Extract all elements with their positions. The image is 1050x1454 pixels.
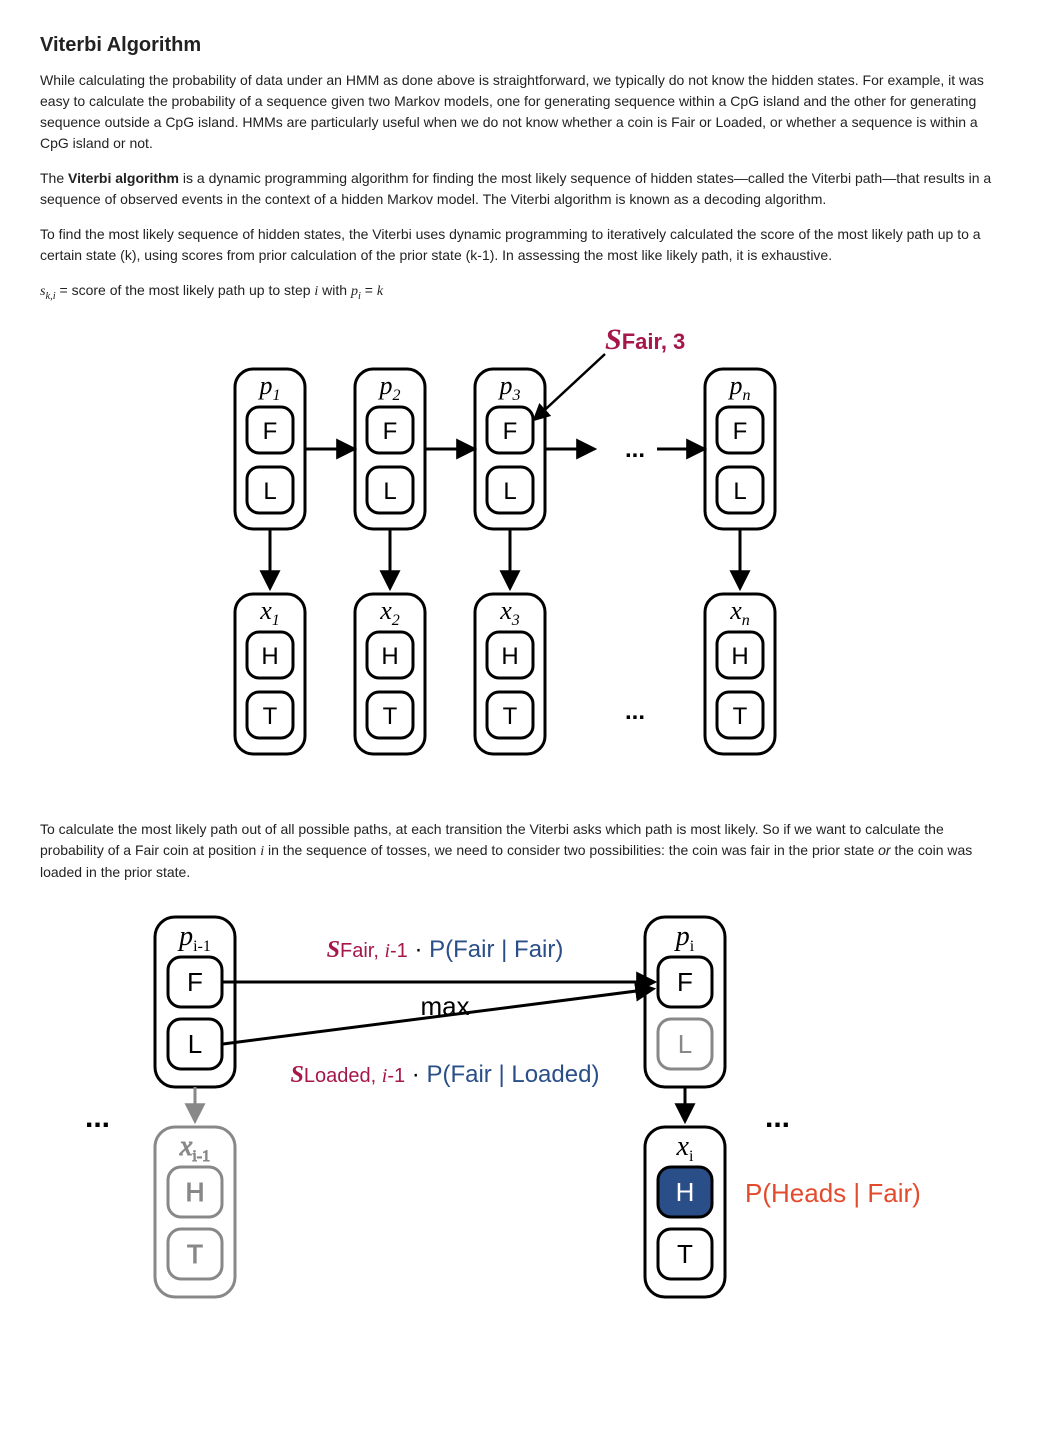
svg-text:xi: xi: [676, 1131, 694, 1165]
label-sloaded-trans: SLoaded, i-1 · P(Fair | Loaded): [291, 1061, 600, 1088]
svg-text:F: F: [383, 418, 398, 445]
viterbi-transition-diagram: ... pi-1 F L xi-1 H T pi F L xi H T: [55, 897, 995, 1317]
svg-text:T: T: [503, 703, 518, 730]
svg-text:T: T: [263, 703, 278, 730]
paragraph-3: To find the most likely sequence of hidd…: [40, 224, 1010, 266]
svg-text:T: T: [677, 1239, 693, 1269]
state-node-pi: pi F L: [645, 917, 725, 1087]
svg-text:xn: xn: [729, 596, 750, 629]
ellipsis: ...: [625, 698, 645, 725]
svg-text:F: F: [263, 418, 278, 445]
svg-text:F: F: [503, 418, 518, 445]
obs-node-xi: xi H T: [645, 1127, 725, 1297]
score-definition: sk,i = score of the most likely path up …: [40, 280, 1010, 305]
label-max: max: [420, 991, 469, 1021]
label-emission: P(Heads | Fair): [745, 1178, 921, 1208]
svg-text:p2: p2: [378, 371, 401, 404]
state-node-pn: pn F L: [705, 369, 775, 529]
obs-node-xi-1: xi-1 H T: [155, 1127, 235, 1297]
svg-text:pi-1: pi-1: [177, 921, 211, 955]
svg-text:H: H: [381, 643, 398, 670]
svg-text:x2: x2: [379, 596, 400, 629]
svg-text:xi-1: xi-1: [179, 1131, 210, 1165]
svg-text:L: L: [188, 1029, 202, 1059]
svg-text:pn: pn: [728, 371, 751, 404]
svg-text:p3: p3: [498, 371, 521, 404]
obs-node-xn: xn H T: [705, 594, 775, 754]
paragraph-2: The Viterbi algorithm is a dynamic progr…: [40, 168, 1010, 210]
svg-text:L: L: [503, 478, 516, 505]
viterbi-chain-diagram: SFair, 3 p1 F L p2 F L p3 F L pn F L: [165, 319, 885, 799]
svg-text:H: H: [676, 1177, 695, 1207]
svg-text:L: L: [383, 478, 396, 505]
paragraph-4: To calculate the most likely path out of…: [40, 819, 1010, 883]
state-node-pi-1: pi-1 F L: [155, 917, 235, 1087]
ellipsis-right: ...: [765, 1101, 790, 1134]
paragraph-1: While calculating the probability of dat…: [40, 70, 1010, 154]
state-node-p3: p3 F L: [475, 369, 545, 529]
svg-text:F: F: [677, 967, 693, 997]
label-sfair-trans: SFair, i-1 · P(Fair | Fair): [327, 936, 564, 963]
annotation-sfair3: SFair, 3: [605, 323, 685, 356]
obs-node-x1: x1 H T: [235, 594, 305, 754]
obs-node-x2: x2 H T: [355, 594, 425, 754]
obs-node-x3: x3 H T: [475, 594, 545, 754]
svg-text:H: H: [261, 643, 278, 670]
svg-text:L: L: [733, 478, 746, 505]
text: = score of the most likely path up to st…: [56, 282, 315, 298]
section-title: Viterbi Algorithm: [40, 30, 1010, 60]
svg-text:F: F: [187, 967, 203, 997]
bold-term: Viterbi algorithm: [68, 170, 179, 186]
italic-or: or: [878, 842, 890, 858]
text: The: [40, 170, 68, 186]
svg-text:L: L: [678, 1029, 692, 1059]
svg-text:x3: x3: [499, 596, 520, 629]
svg-text:p1: p1: [258, 371, 281, 404]
state-node-p1: p1 F L: [235, 369, 305, 529]
svg-text:pi: pi: [674, 921, 695, 955]
state-node-p2: p2 F L: [355, 369, 425, 529]
text: in the sequence of tosses, we need to co…: [264, 842, 878, 858]
svg-text:L: L: [263, 478, 276, 505]
svg-text:T: T: [383, 703, 398, 730]
text: with: [318, 282, 351, 298]
text: is a dynamic programming algorithm for f…: [40, 170, 991, 207]
svg-text:T: T: [187, 1239, 203, 1269]
svg-text:x1: x1: [259, 596, 280, 629]
svg-text:H: H: [186, 1177, 205, 1207]
svg-text:H: H: [501, 643, 518, 670]
svg-text:T: T: [733, 703, 748, 730]
svg-text:F: F: [733, 418, 748, 445]
ellipsis-left: ...: [85, 1101, 110, 1134]
svg-text:H: H: [731, 643, 748, 670]
ellipsis: ...: [625, 436, 645, 463]
